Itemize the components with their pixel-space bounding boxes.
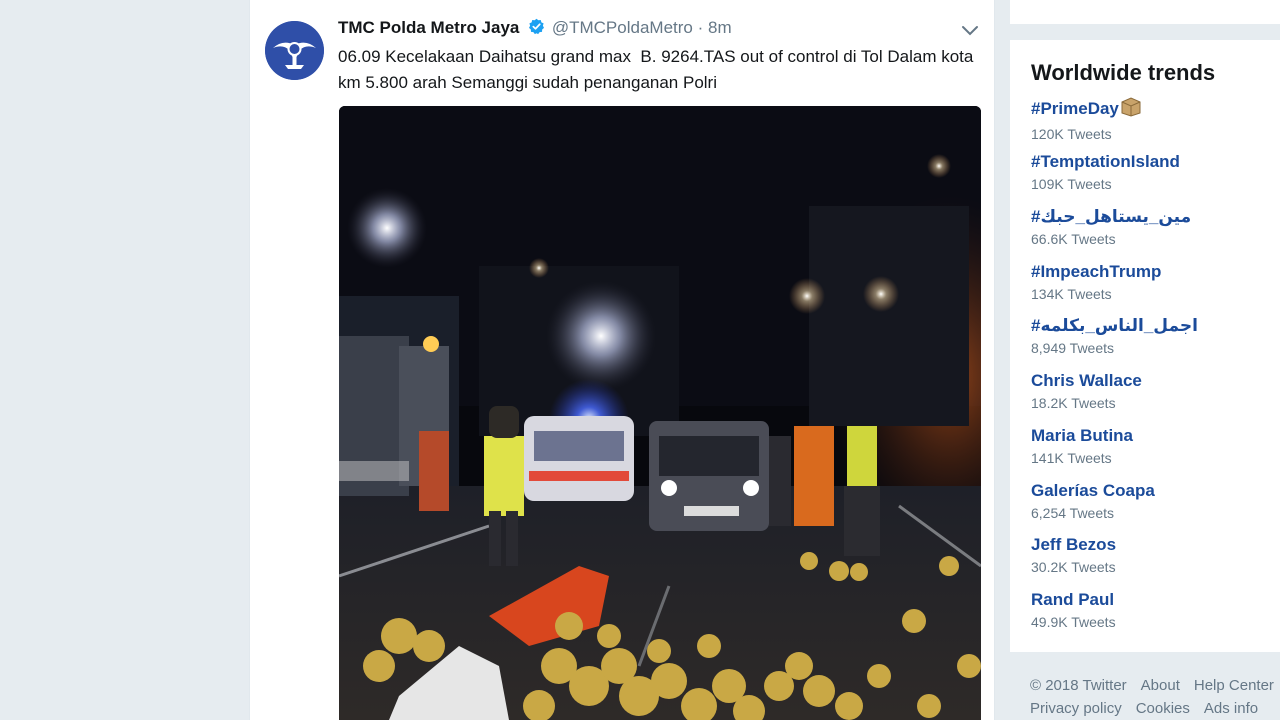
avatar[interactable] — [265, 21, 324, 80]
trend-count: 120K Tweets — [1031, 126, 1112, 142]
trend-item[interactable]: #ImpeachTrump 134K Tweets — [1031, 262, 1271, 302]
trend-name[interactable]: #PrimeDay — [1031, 97, 1271, 122]
trend-item[interactable]: Rand Paul 49.9K Tweets — [1031, 590, 1271, 630]
accident-scene-photo — [339, 106, 981, 720]
tweet-header: TMC Polda Metro Jaya @TMCPoldaMetro · 8m — [338, 18, 732, 40]
trend-name[interactable]: #ImpeachTrump — [1031, 262, 1271, 282]
trend-name[interactable]: #مين_يستاهل_حبك — [1031, 207, 1271, 227]
footer-ads-link[interactable]: Ads info — [1204, 700, 1258, 717]
trend-count: 18.2K Tweets — [1031, 395, 1116, 411]
display-name[interactable]: TMC Polda Metro Jaya — [338, 18, 519, 37]
trend-count: 49.9K Tweets — [1031, 614, 1116, 630]
trend-name[interactable]: Galerías Coapa — [1031, 481, 1271, 501]
trend-name[interactable]: Jeff Bezos — [1031, 535, 1271, 555]
trend-item[interactable]: #PrimeDay 120K Tweets — [1031, 97, 1271, 142]
trend-name[interactable]: Maria Butina — [1031, 426, 1271, 446]
trend-count: 109K Tweets — [1031, 176, 1112, 192]
time-separator: · — [697, 18, 704, 37]
tweet-text: 06.09 Kecelakaan Daihatsu grand max B. 9… — [338, 47, 979, 92]
trend-count: 6,254 Tweets — [1031, 505, 1115, 521]
footer-about-link[interactable]: About — [1141, 677, 1180, 694]
timestamp[interactable]: 8m — [708, 18, 732, 37]
trends-title: Worldwide trends — [1031, 60, 1216, 85]
trend-item[interactable]: Galerías Coapa 6,254 Tweets — [1031, 481, 1271, 521]
trend-name[interactable]: Rand Paul — [1031, 590, 1271, 610]
verified-badge-icon — [528, 18, 545, 40]
trend-count: 134K Tweets — [1031, 286, 1112, 302]
trend-count: 30.2K Tweets — [1031, 559, 1116, 575]
trend-item[interactable]: #مين_يستاهل_حبك 66.6K Tweets — [1031, 207, 1271, 247]
trend-item[interactable]: Jeff Bezos 30.2K Tweets — [1031, 535, 1271, 575]
trend-name[interactable]: #اجمل_الناس_بكلمه — [1031, 316, 1271, 336]
handle[interactable]: @TMCPoldaMetro — [552, 18, 693, 37]
trend-count: 66.6K Tweets — [1031, 231, 1116, 247]
tweet-photo[interactable] — [339, 106, 981, 720]
footer-cookies-link[interactable]: Cookies — [1136, 700, 1190, 717]
chevron-down-icon[interactable] — [961, 24, 979, 38]
footer-copyright: © 2018 Twitter — [1030, 677, 1127, 694]
trend-name[interactable]: Chris Wallace — [1031, 371, 1271, 391]
police-emblem-icon — [265, 21, 324, 80]
trend-name[interactable]: #TemptationIsland — [1031, 152, 1271, 172]
footer-help-link[interactable]: Help Center — [1194, 677, 1274, 694]
footer-privacy-link[interactable]: Privacy policy — [1030, 700, 1122, 717]
trend-count: 141K Tweets — [1031, 450, 1112, 466]
trend-item[interactable]: #اجمل_الناس_بكلمه 8,949 Tweets — [1031, 316, 1271, 356]
trend-item[interactable]: Chris Wallace 18.2K Tweets — [1031, 371, 1271, 411]
sidebar-top-card — [1010, 0, 1280, 24]
trend-item[interactable]: Maria Butina 141K Tweets — [1031, 426, 1271, 466]
trend-item[interactable]: #TemptationIsland 109K Tweets — [1031, 152, 1271, 192]
package-icon — [1120, 97, 1142, 122]
footer: © 2018 Twitter About Help Center Privacy p… — [1030, 674, 1280, 720]
trend-count: 8,949 Tweets — [1031, 340, 1115, 356]
